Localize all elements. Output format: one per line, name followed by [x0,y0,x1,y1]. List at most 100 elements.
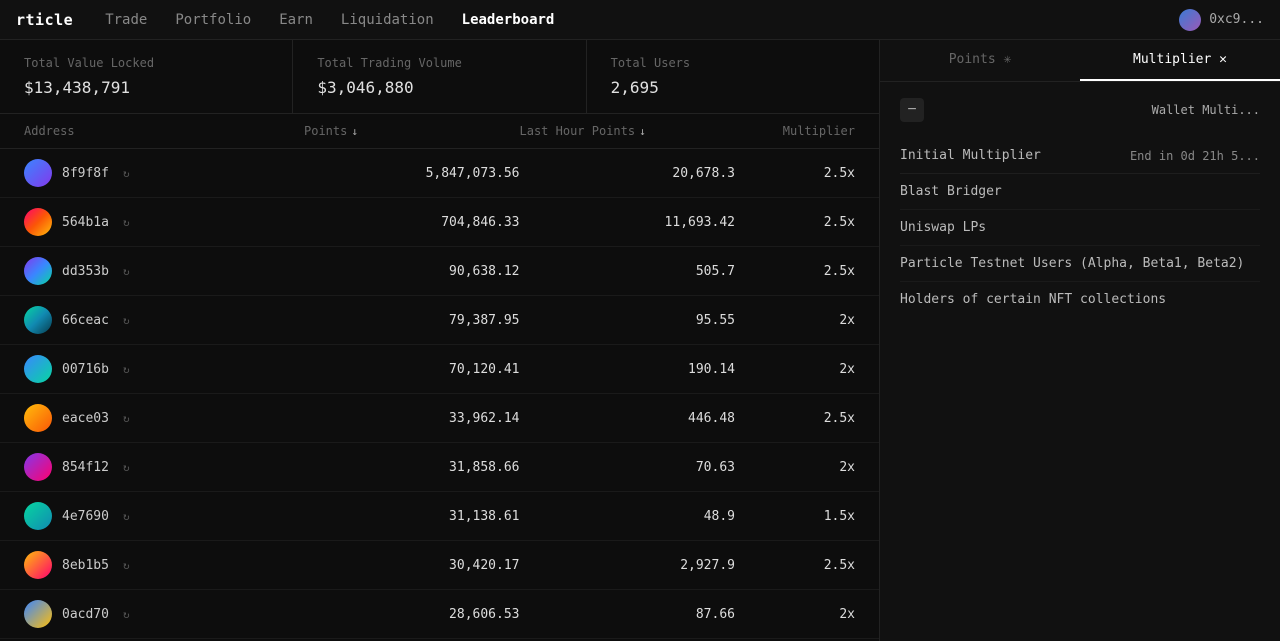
refresh-icon[interactable]: ↻ [123,216,130,229]
last-hour-value: 11,693.42 [520,215,736,230]
multiplier-value: 2x [735,460,855,475]
table-row[interactable]: dd353b ↻ 90,638.12 505.7 2.5x [0,247,879,296]
stat-tvl: Total Value Locked $13,438,791 [0,40,293,113]
points-spin-icon: ✳ [1003,52,1011,67]
col-last-hour-header[interactable]: Last Hour Points ↓ [520,124,736,138]
stat-volume-value: $3,046,880 [317,78,561,97]
nav-avatar [1179,9,1201,31]
refresh-icon[interactable]: ↻ [123,314,130,327]
address-text: 8f9f8f [62,166,109,181]
mult-wallet-label: Wallet Multi... [1152,103,1260,117]
points-value: 704,846.33 [304,215,520,230]
left-panel: Total Value Locked $13,438,791 Total Tra… [0,40,880,641]
category-item: Blast Bridger [900,174,1260,210]
last-hour-value: 505.7 [520,264,736,279]
stat-volume-label: Total Trading Volume [317,56,561,70]
initial-mult-row: Initial Multiplier End in 0d 21h 5... [900,138,1260,174]
last-hour-value: 95.55 [520,313,736,328]
initial-mult-timer: End in 0d 21h 5... [1130,149,1260,163]
mult-minus-button[interactable]: − [900,98,924,122]
multiplier-value: 2.5x [735,215,855,230]
address-cell: 8f9f8f ↻ [24,159,304,187]
address-text: eace03 [62,411,109,426]
nav-logo: rticle [16,11,73,29]
refresh-icon[interactable]: ↻ [123,461,130,474]
multiplier-value: 2x [735,362,855,377]
points-value: 28,606.53 [304,607,520,622]
points-value: 31,138.61 [304,509,520,524]
refresh-icon[interactable]: ↻ [123,608,130,621]
address-text: 00716b [62,362,109,377]
nav-links: Trade Portfolio Earn Liquidation Leaderb… [105,8,1147,32]
refresh-icon[interactable]: ↻ [123,167,130,180]
table-header: Address Points ↓ Last Hour Points ↓ Mult… [0,114,879,149]
sort-points-icon: ↓ [351,125,358,138]
multiplier-value: 2.5x [735,411,855,426]
multiplier-value: 2x [735,607,855,622]
last-hour-value: 190.14 [520,362,736,377]
sort-lasthour-icon: ↓ [639,125,646,138]
address-cell: 0acd70 ↻ [24,600,304,628]
points-value: 30,420.17 [304,558,520,573]
table-row[interactable]: 8eb1b5 ↻ 30,420.17 2,927.9 2.5x [0,541,879,590]
address-text: 564b1a [62,215,109,230]
refresh-icon[interactable]: ↻ [123,265,130,278]
tab-points[interactable]: Points ✳ [880,40,1080,81]
refresh-icon[interactable]: ↻ [123,559,130,572]
nav-trade[interactable]: Trade [105,8,147,32]
stat-users: Total Users 2,695 [587,40,879,113]
right-tabs: Points ✳ Multiplier ✕ [880,40,1280,82]
avatar [24,355,52,383]
category-item: Holders of certain NFT collections [900,282,1260,317]
address-cell: 854f12 ↻ [24,453,304,481]
table-row[interactable]: 0acd70 ↻ 28,606.53 87.66 2x [0,590,879,639]
stat-tvl-value: $13,438,791 [24,78,268,97]
main-layout: Total Value Locked $13,438,791 Total Tra… [0,40,1280,641]
table-row[interactable]: 66ceac ↻ 79,387.95 95.55 2x [0,296,879,345]
table-row[interactable]: 00716b ↻ 70,120.41 190.14 2x [0,345,879,394]
initial-mult-label: Initial Multiplier [900,148,1041,163]
table-row[interactable]: eace03 ↻ 33,962.14 446.48 2.5x [0,394,879,443]
avatar [24,306,52,334]
address-text: dd353b [62,264,109,279]
points-value: 5,847,073.56 [304,166,520,181]
table-row[interactable]: 8f9f8f ↻ 5,847,073.56 20,678.3 2.5x [0,149,879,198]
points-value: 79,387.95 [304,313,520,328]
category-item: Uniswap LPs [900,210,1260,246]
last-hour-value: 446.48 [520,411,736,426]
nav-liquidation[interactable]: Liquidation [341,8,434,32]
stat-volume: Total Trading Volume $3,046,880 [293,40,586,113]
tab-multiplier[interactable]: Multiplier ✕ [1080,40,1280,81]
points-value: 31,858.66 [304,460,520,475]
table-row[interactable]: 564b1a ↻ 704,846.33 11,693.42 2.5x [0,198,879,247]
address-text: 854f12 [62,460,109,475]
address-cell: 00716b ↻ [24,355,304,383]
nav-earn[interactable]: Earn [279,8,313,32]
address-text: 0acd70 [62,607,109,622]
right-panel: Points ✳ Multiplier ✕ − Wallet Multi... … [880,40,1280,641]
last-hour-value: 87.66 [520,607,736,622]
wallet-address[interactable]: 0xc9... [1209,12,1264,27]
table-row[interactable]: 4e7690 ↻ 31,138.61 48.9 1.5x [0,492,879,541]
address-cell: dd353b ↻ [24,257,304,285]
avatar [24,600,52,628]
navbar: rticle Trade Portfolio Earn Liquidation … [0,0,1280,40]
avatar [24,404,52,432]
avatar [24,502,52,530]
nav-leaderboard[interactable]: Leaderboard [462,8,555,32]
refresh-icon[interactable]: ↻ [123,510,130,523]
multiplier-panel: − Wallet Multi... Initial Multiplier End… [880,82,1280,333]
multiplier-value: 1.5x [735,509,855,524]
avatar [24,453,52,481]
address-cell: 564b1a ↻ [24,208,304,236]
refresh-icon[interactable]: ↻ [123,412,130,425]
col-address-header: Address [24,124,304,138]
table-body: 8f9f8f ↻ 5,847,073.56 20,678.3 2.5x 564b… [0,149,879,641]
nav-portfolio[interactable]: Portfolio [175,8,251,32]
address-cell: 4e7690 ↻ [24,502,304,530]
table-row[interactable]: 854f12 ↻ 31,858.66 70.63 2x [0,443,879,492]
last-hour-value: 20,678.3 [520,166,736,181]
refresh-icon[interactable]: ↻ [123,363,130,376]
address-text: 66ceac [62,313,109,328]
col-points-header[interactable]: Points ↓ [304,124,520,138]
